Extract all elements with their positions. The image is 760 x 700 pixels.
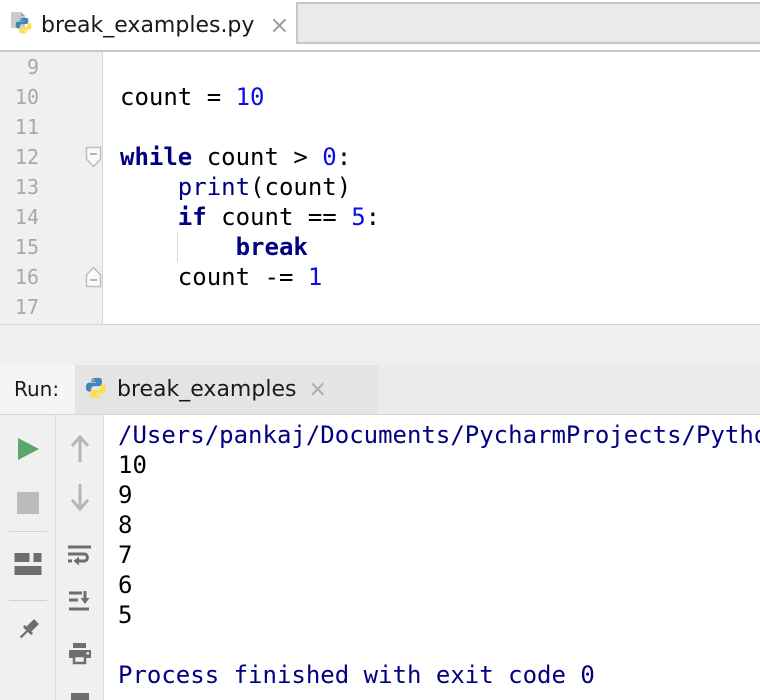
editor-tab-title: break_examples.py [41,12,255,38]
editor-line: 11 [0,112,760,142]
clear-all-icon[interactable] [70,693,89,700]
line-number: 14 [14,205,39,229]
run-panel-label: Run: [14,377,60,401]
stop-icon[interactable] [16,492,39,514]
close-icon[interactable]: × [269,13,289,37]
editor-line: 9 [0,52,760,82]
code-line: if count == 5: [177,203,381,231]
close-icon[interactable]: × [308,378,326,401]
code-editor[interactable]: 9 10 count = 10 11 12 while count > 0: 1… [0,52,760,324]
toolbar-divider [9,600,47,601]
line-number: 11 [14,115,39,139]
down-stack-trace-icon[interactable] [68,483,92,513]
code-line: count -= 1 [120,263,323,291]
run-header-empty-area [378,365,760,414]
line-number: 15 [14,235,39,259]
fold-collapse-icon[interactable] [85,146,102,168]
editor-tab[interactable]: break_examples.py × [0,0,296,50]
toolbar-divider [9,531,47,532]
console-line: 8 [118,511,133,539]
run-tool-window: /Users/pankaj/Documents/PycharmProjects/… [0,415,760,700]
console-line: Process finished with exit code 0 [118,661,595,689]
line-number: 17 [14,295,39,319]
run-toolbar [0,415,56,700]
line-number: 10 [14,85,39,109]
pycharm-window: break_examples.py × 9 10 count = 10 11 1… [0,0,760,700]
editor-line: 17 [0,292,760,322]
line-number: 9 [26,55,39,79]
console-line: 5 [118,601,133,629]
editor-line: 15 break [0,232,760,262]
editor-line: 16 count -= 1 [0,262,760,292]
code-line: break [235,233,308,261]
pin-icon[interactable] [13,615,43,645]
python-icon [85,377,107,403]
console-line: 10 [118,451,147,479]
up-stack-trace-icon[interactable] [68,433,92,463]
print-icon[interactable] [68,643,92,667]
console-toolbar [56,415,104,700]
code-line: count = 10 [120,83,265,111]
editor-line: 12 while count > 0: [0,142,760,172]
console-line: 6 [118,571,133,599]
code-line: while count > 0: [120,143,352,171]
console-line: 7 [118,541,133,569]
console-output[interactable]: /Users/pankaj/Documents/PycharmProjects/… [104,415,760,700]
line-number: 13 [14,175,39,199]
editor-tab-bar: break_examples.py × [0,0,760,52]
soft-wrap-icon[interactable] [67,545,92,566]
run-tab-title: break_examples [117,377,297,402]
editor-line: 13 print(count) [0,172,760,202]
scroll-to-end-icon[interactable] [68,591,91,611]
indent-guide [177,232,178,262]
code-line: print(count) [177,173,352,201]
console-line: /Users/pankaj/Documents/PycharmProjects/… [118,421,760,449]
run-panel-header: Run: break_examples × [0,365,760,415]
console-line: 9 [118,481,133,509]
editor-line: 10 count = 10 [0,82,760,112]
run-tab[interactable]: break_examples × [75,365,378,414]
splitter[interactable] [0,324,760,365]
fold-collapse-icon[interactable] [85,266,102,288]
rerun-icon[interactable] [15,436,41,462]
tab-bar-empty-area [296,2,760,44]
restore-layout-icon[interactable] [14,553,41,575]
python-file-icon [10,12,32,38]
editor-line: 14 if count == 5: [0,202,760,232]
